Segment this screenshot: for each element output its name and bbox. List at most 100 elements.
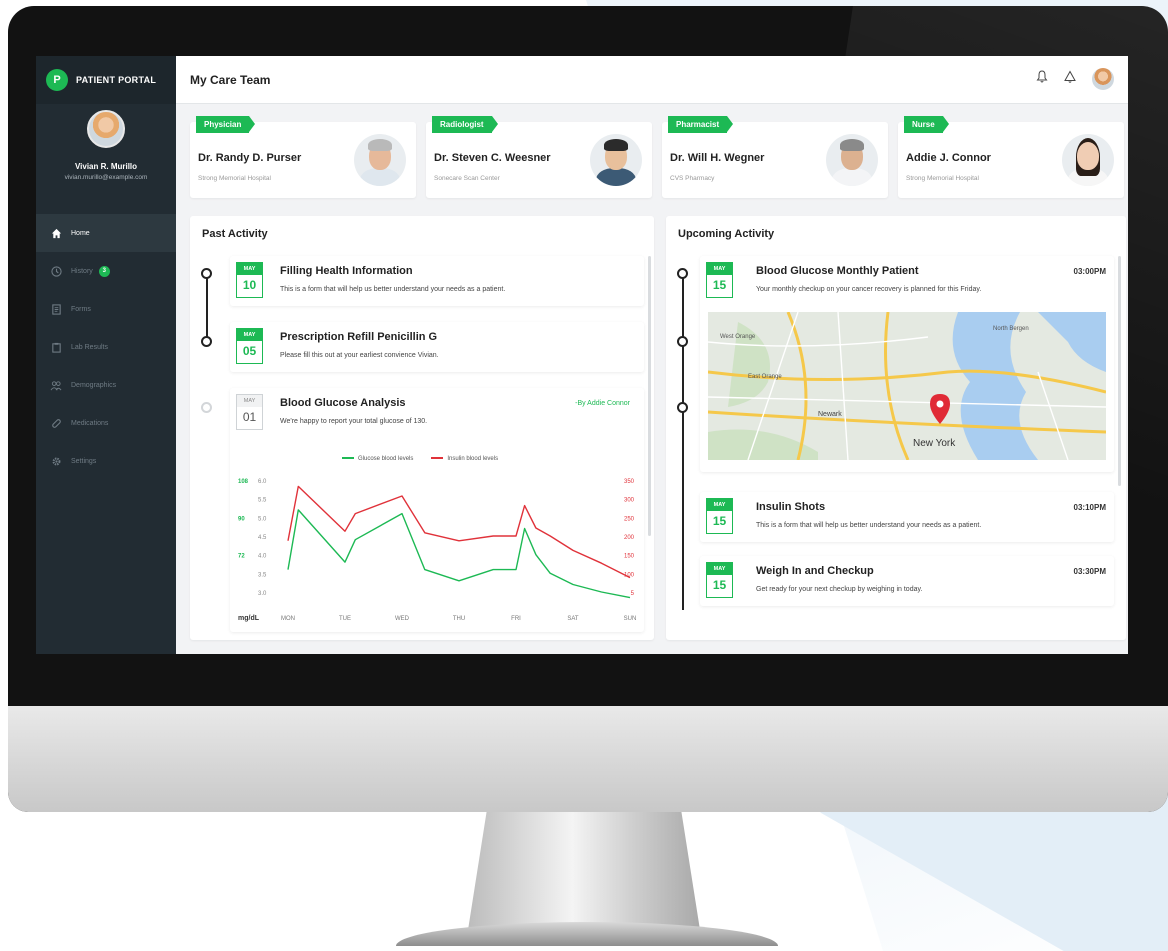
sidebar-item-label: Settings — [71, 457, 97, 465]
date-badge: MAY 01 — [236, 394, 263, 430]
activity-title: Blood Glucose Analysis — [280, 397, 406, 409]
avatar[interactable] — [87, 110, 125, 148]
care-card-nurse[interactable]: Nurse Addie J. Connor Strong Memorial Ho… — [898, 116, 1124, 198]
activity-description: Get ready for your next checkup by weigh… — [756, 586, 923, 593]
activity-item[interactable]: MAY 05 Prescription Refill Penicillin G … — [230, 322, 644, 372]
legend-item-glucose[interactable]: Glucose blood levels — [342, 456, 413, 462]
role-badge: Pharmacist — [668, 116, 734, 133]
activity-item[interactable]: MAY 15 Insulin Shots 03:10PM This is a f… — [700, 492, 1114, 542]
y-right-tick-label: 300 — [624, 498, 635, 504]
sidebar: P PATIENT PORTAL Vivian R. Murillo vivia… — [36, 56, 176, 654]
timeline-dot — [201, 402, 212, 413]
location-map[interactable]: New York West Orange East Orange Newark … — [708, 312, 1106, 460]
y-tick-label: 3.5 — [258, 572, 267, 578]
sidebar-item-label: History — [71, 267, 93, 275]
date-day: 15 — [712, 278, 727, 292]
sidebar-item-demographics[interactable]: Demographics — [36, 366, 176, 404]
timeline-line — [206, 272, 208, 342]
notification-icon[interactable] — [1064, 70, 1076, 88]
care-member-name: Dr. Will H. Wegner — [670, 152, 765, 164]
x-tick-label: FRI — [511, 616, 521, 622]
activity-item-chart[interactable]: MAY 01 Blood Glucose Analysis We're happ… — [230, 388, 644, 632]
sidebar-item-lab-results[interactable]: Lab Results — [36, 328, 176, 366]
timeline-dot — [201, 336, 212, 347]
monitor-chin — [8, 706, 1168, 812]
care-member-name: Addie J. Connor — [906, 152, 991, 164]
care-member-place: Strong Memorial Hospital — [198, 175, 271, 182]
sidebar-item-label: Home — [71, 229, 90, 237]
activity-time: 03:10PM — [1073, 503, 1106, 512]
sidebar-item-label: Medications — [71, 419, 109, 427]
user-avatar[interactable] — [1092, 68, 1114, 90]
date-month: MAY — [237, 395, 262, 407]
legend-label: Insulin blood levels — [447, 456, 499, 462]
x-tick-label: THU — [453, 616, 465, 622]
care-card-physician[interactable]: Physician Dr. Randy D. Purser Strong Mem… — [190, 116, 416, 198]
activity-author[interactable]: -By Addie Connor — [575, 400, 630, 407]
form-icon — [50, 303, 62, 315]
top-bar: My Care Team — [176, 56, 1128, 104]
activity-description: This is a form that will help us better … — [280, 286, 506, 293]
y-tick-label: 4.0 — [258, 554, 267, 560]
role-badge: Nurse — [904, 116, 949, 133]
user-profile: Vivian R. Murillo vivian.murillo@example… — [36, 104, 176, 214]
scrollbar[interactable] — [648, 256, 651, 536]
sidebar-item-forms[interactable]: Forms — [36, 290, 176, 328]
map-label: West Orange — [720, 334, 756, 340]
activity-description: We're happy to report your total glucose… — [280, 418, 428, 425]
y-outer-tick-label: 90 — [238, 516, 245, 522]
timeline-line — [682, 272, 684, 610]
activity-item[interactable]: MAY 15 Weigh In and Checkup 03:30PM Get … — [700, 556, 1114, 606]
date-day: 15 — [712, 578, 727, 592]
x-tick-label: WED — [395, 616, 410, 622]
y-right-tick-label: 5 — [631, 591, 635, 597]
scrollbar[interactable] — [1118, 256, 1121, 486]
sidebar-item-settings[interactable]: Settings — [36, 442, 176, 480]
care-card-radiologist[interactable]: Radiologist Dr. Steven C. Weesner Soneca… — [426, 116, 652, 198]
y-tick-label: 5.5 — [258, 498, 267, 504]
date-day: 15 — [712, 514, 727, 528]
user-email: vivian.murillo@example.com — [64, 174, 148, 181]
activity-title: Blood Glucose Monthly Patient — [756, 265, 919, 277]
x-tick-label: SUN — [624, 616, 637, 622]
panel-title: Upcoming Activity — [678, 228, 775, 240]
sidebar-item-home[interactable]: Home — [36, 214, 176, 252]
top-bar-actions — [1036, 68, 1114, 90]
brand[interactable]: P PATIENT PORTAL — [36, 56, 176, 104]
care-card-pharmacist[interactable]: Pharmacist Dr. Will H. Wegner CVS Pharma… — [662, 116, 888, 198]
date-badge: MAY 15 — [706, 262, 733, 298]
doctor-photo — [590, 134, 642, 186]
sidebar-item-medications[interactable]: Medications — [36, 404, 176, 442]
upcoming-activity-panel: Upcoming Activity MAY 15 Blood Glucose M… — [666, 216, 1126, 640]
series-line-insulin — [287, 485, 631, 579]
y-tick-label: 6.0 — [258, 479, 267, 485]
role-badge: Physician — [196, 116, 256, 133]
activity-item-with-map[interactable]: MAY 15 Blood Glucose Monthly Patient 03:… — [700, 256, 1114, 472]
monitor-stand — [468, 812, 700, 930]
date-day: 01 — [242, 410, 257, 424]
care-member-place: Strong Memorial Hospital — [906, 175, 979, 182]
x-tick-label: MON — [281, 616, 295, 622]
care-member-place: CVS Pharmacy — [670, 175, 715, 182]
y-tick-label: 3.0 — [258, 591, 267, 597]
y-right-tick-label: 350 — [624, 479, 635, 485]
role-badge: Radiologist — [432, 116, 498, 133]
date-day: 10 — [242, 278, 257, 292]
monitor-stand-base — [396, 922, 778, 946]
sidebar-item-label: Demographics — [71, 381, 117, 389]
activity-description: Please fill this out at your earliest co… — [280, 352, 439, 359]
x-tick-label: SAT — [567, 616, 579, 622]
bell-icon[interactable] — [1036, 70, 1048, 88]
activity-title: Weigh In and Checkup — [756, 565, 874, 577]
timeline-dot — [677, 268, 688, 279]
date-month: MAY — [237, 329, 262, 341]
clock-icon — [50, 265, 62, 277]
brand-name: PATIENT PORTAL — [76, 75, 157, 85]
map-label: Newark — [818, 411, 842, 418]
legend-item-insulin[interactable]: Insulin blood levels — [431, 456, 498, 462]
panel-title: Past Activity — [202, 228, 268, 240]
chart-legend: Glucose blood levels Insulin blood level… — [342, 456, 498, 462]
legend-label: Glucose blood levels — [358, 456, 414, 462]
sidebar-item-history[interactable]: History 3 — [36, 252, 176, 290]
activity-item[interactable]: MAY 10 Filling Health Information This i… — [230, 256, 644, 306]
